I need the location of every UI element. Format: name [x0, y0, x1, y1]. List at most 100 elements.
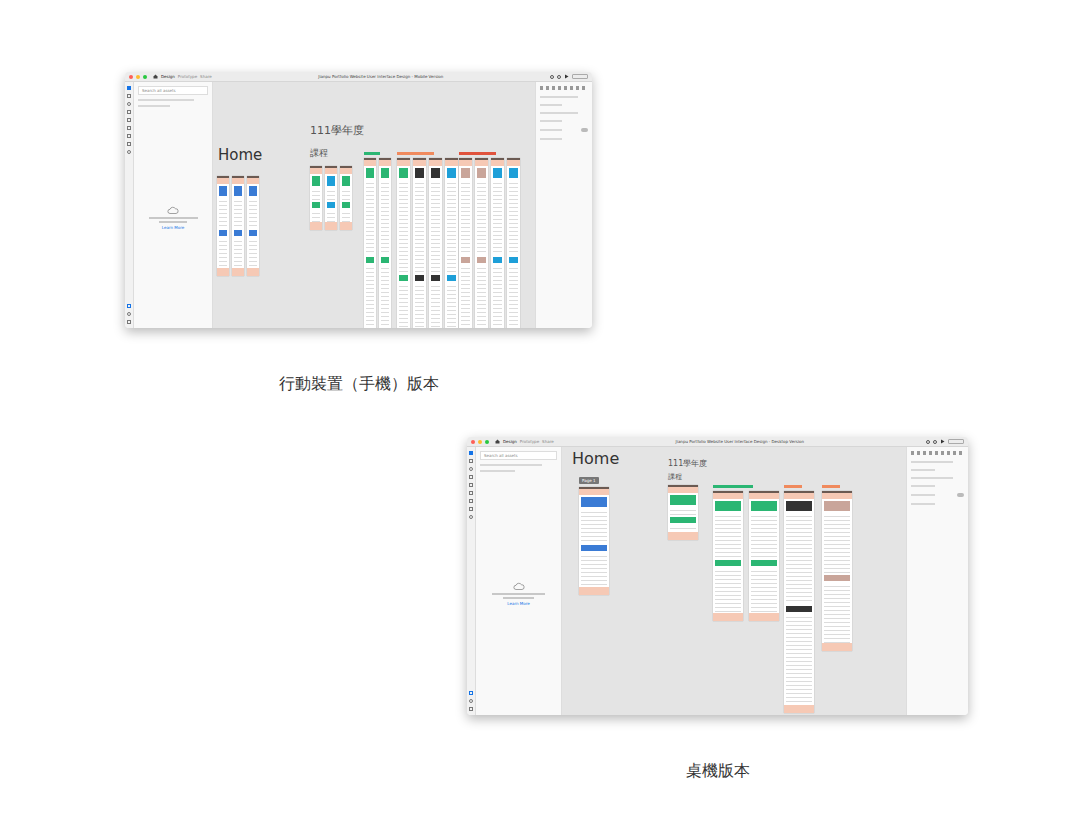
group-label: [784, 485, 802, 488]
zoom-tool-icon[interactable]: [469, 515, 473, 519]
play-icon[interactable]: [564, 74, 569, 79]
pen-icon[interactable]: [469, 491, 473, 495]
design-canvas[interactable]: Home111學年度課程Page 1: [562, 447, 906, 715]
group-label: [459, 152, 496, 155]
mode-tab[interactable]: Share: [542, 439, 554, 444]
panel-row: [540, 120, 562, 122]
search-field[interactable]: Search all assets: [138, 86, 208, 95]
artboard[interactable]: [491, 158, 504, 328]
learn-more-link[interactable]: Learn More: [507, 601, 529, 606]
share-button[interactable]: [572, 74, 588, 79]
artboard[interactable]: [364, 158, 376, 328]
help-icon[interactable]: [550, 75, 554, 79]
mode-tab[interactable]: Prototype: [520, 439, 539, 444]
mode-tab[interactable]: Design: [161, 74, 175, 79]
artboard[interactable]: [397, 158, 410, 328]
artboard[interactable]: [445, 158, 458, 328]
artboard-icon[interactable]: [127, 142, 131, 146]
toggle-switch[interactable]: [581, 128, 588, 132]
panel-row: [138, 99, 194, 101]
empty-text: [492, 593, 546, 595]
zoom-icon[interactable]: [143, 75, 147, 79]
help-icon[interactable]: [926, 440, 930, 444]
mode-tab[interactable]: Share: [200, 74, 212, 79]
zoom-icon[interactable]: [485, 440, 489, 444]
artboard[interactable]: [310, 166, 322, 230]
artboard[interactable]: [507, 158, 520, 328]
device-icon[interactable]: [933, 440, 937, 444]
plugins-icon[interactable]: [469, 707, 473, 711]
minimize-icon[interactable]: [478, 440, 482, 444]
polygon-icon[interactable]: [469, 475, 473, 479]
artboard-group: [217, 176, 259, 276]
portfolio-page: DesignPrototypeShareJianpu Portfolio Web…: [0, 0, 1075, 836]
artboard[interactable]: [749, 491, 779, 621]
assets-icon[interactable]: [127, 312, 131, 316]
line-icon[interactable]: [127, 118, 131, 122]
share-button[interactable]: [948, 439, 964, 444]
line-icon[interactable]: [469, 483, 473, 487]
artboard-group: [822, 485, 852, 651]
text-icon[interactable]: [469, 499, 473, 503]
rectangle-icon[interactable]: [469, 459, 473, 463]
close-icon[interactable]: [129, 75, 133, 79]
artboard[interactable]: [325, 166, 337, 230]
plugins-icon[interactable]: [127, 320, 131, 324]
home-icon[interactable]: [153, 74, 158, 79]
play-icon[interactable]: [940, 439, 945, 444]
app-window: DesignPrototypeShareJianpu Portfolio Web…: [467, 437, 968, 715]
device-icon[interactable]: [557, 75, 561, 79]
toggle-switch[interactable]: [957, 493, 964, 497]
layers-icon[interactable]: [127, 304, 131, 308]
artboard-group: [459, 152, 520, 328]
artboard[interactable]: [668, 485, 698, 540]
artboard[interactable]: [247, 176, 259, 276]
minimize-icon[interactable]: [136, 75, 140, 79]
artboard[interactable]: [822, 491, 852, 651]
align-tools[interactable]: [540, 86, 588, 90]
mode-tab[interactable]: Design: [503, 439, 517, 444]
artboard[interactable]: [475, 158, 488, 328]
artboard[interactable]: [413, 158, 426, 328]
window-title: Jianpu Portfolio Website User Interface …: [215, 74, 547, 79]
artboard[interactable]: [459, 158, 472, 328]
select-icon[interactable]: [127, 86, 131, 90]
ellipse-icon[interactable]: [127, 102, 131, 106]
select-icon[interactable]: [469, 451, 473, 455]
text-icon[interactable]: [127, 134, 131, 138]
home-icon[interactable]: [495, 439, 500, 444]
assets-icon[interactable]: [469, 699, 473, 703]
design-canvas[interactable]: Home111學年度課程: [213, 82, 535, 328]
course-label: 課程: [668, 473, 682, 481]
artboard-group: [784, 485, 814, 713]
panel-row: [911, 477, 953, 479]
artboard-icon[interactable]: [469, 507, 473, 511]
zoom-tool-icon[interactable]: [127, 150, 131, 154]
artboard-group: [397, 152, 458, 328]
artboard[interactable]: [579, 487, 609, 595]
rectangle-icon[interactable]: [127, 94, 131, 98]
properties-panel: [906, 447, 968, 715]
artboard[interactable]: [217, 176, 229, 276]
page-tag[interactable]: Page 1: [579, 477, 599, 484]
learn-more-link[interactable]: Learn More: [162, 225, 184, 230]
artboard[interactable]: [340, 166, 352, 230]
layers-icon[interactable]: [469, 691, 473, 695]
artboard[interactable]: [379, 158, 391, 328]
artboard[interactable]: [784, 491, 814, 713]
artboard-group: [579, 487, 609, 595]
mode-tab[interactable]: Prototype: [178, 74, 197, 79]
align-tools[interactable]: [911, 451, 964, 455]
title-bar: DesignPrototypeShareJianpu Portfolio Web…: [467, 437, 968, 447]
artboard[interactable]: [429, 158, 442, 328]
ellipse-icon[interactable]: [469, 467, 473, 471]
pen-icon[interactable]: [127, 126, 131, 130]
artboard[interactable]: [713, 491, 743, 621]
polygon-icon[interactable]: [127, 110, 131, 114]
artboard[interactable]: [232, 176, 244, 276]
artboard-group: [364, 152, 391, 328]
assets-panel: Search all assets Learn More: [476, 447, 562, 715]
close-icon[interactable]: [471, 440, 475, 444]
panel-row: [480, 464, 542, 466]
search-field[interactable]: Search all assets: [480, 451, 557, 460]
